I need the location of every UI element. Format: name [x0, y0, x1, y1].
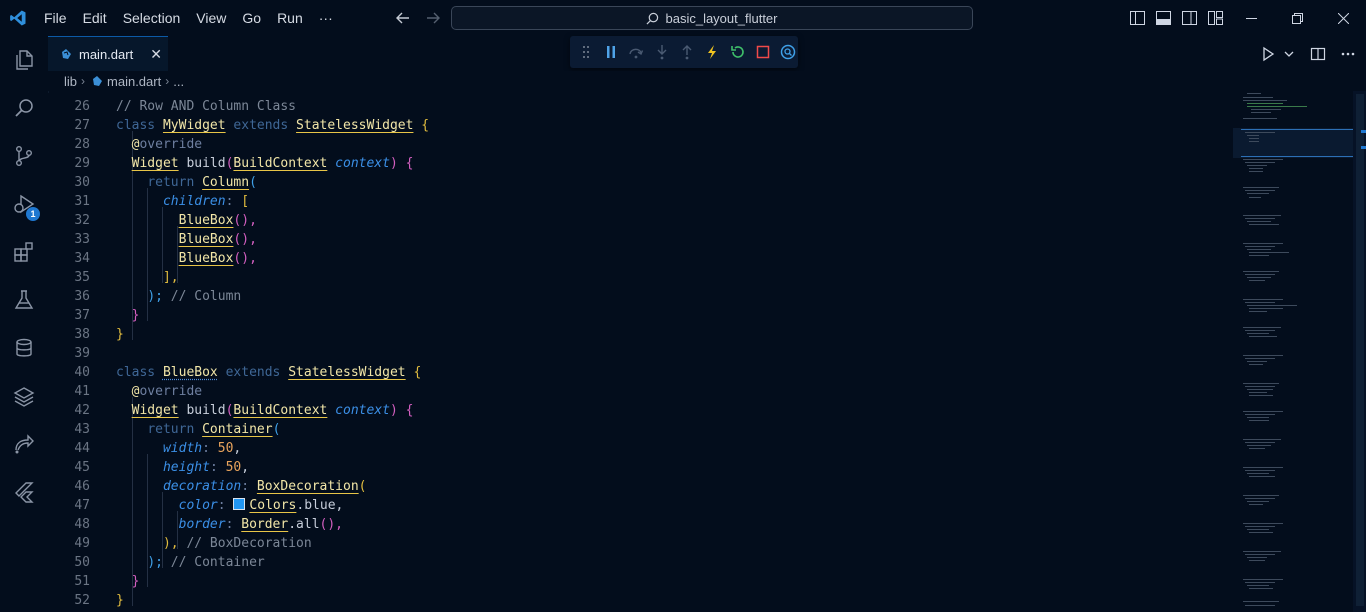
code-line: 50 ); // Container [74, 555, 265, 570]
scroll-marker [1361, 130, 1366, 133]
code-line: 42 Widget build(BuildContext context) { [74, 403, 414, 418]
chevron-right-icon: › [165, 74, 170, 88]
code-line: 46 decoration: BoxDecoration( [74, 479, 367, 494]
debug-toolbar [570, 36, 798, 68]
menu-more[interactable]: ··· [311, 0, 341, 36]
breadcrumb-file[interactable]: main.dart [107, 74, 161, 89]
tab-close-icon[interactable]: ✕ [150, 46, 162, 63]
breadcrumb: lib › main.dart › ... [48, 71, 1233, 91]
back-arrow-icon[interactable] [392, 7, 414, 29]
pause-icon[interactable] [601, 41, 620, 63]
split-editor-icon[interactable] [1310, 46, 1326, 62]
vscode-logo-icon [0, 0, 36, 36]
code-line: 28 @override [74, 137, 203, 152]
menu-selection[interactable]: Selection [115, 0, 189, 36]
layers-icon[interactable] [0, 372, 48, 420]
code-line: 43 return Container( [74, 422, 281, 437]
search-icon [646, 12, 659, 24]
menu-file[interactable]: File [36, 0, 75, 36]
menu-run[interactable]: Run [269, 0, 311, 36]
code-editor[interactable]: 26// Row AND Column Class 27 class MyWidg… [48, 93, 1233, 612]
extensions-icon[interactable] [0, 228, 48, 276]
chevron-down-icon[interactable] [1284, 49, 1294, 59]
activity-bar: 1 [0, 36, 49, 612]
minimap-highlight [1241, 156, 1353, 157]
hot-reload-icon[interactable] [703, 41, 722, 63]
menu-go[interactable]: Go [234, 0, 269, 36]
code-line: 51 } [74, 574, 140, 589]
code-line: 41 @override [74, 384, 203, 399]
debug-badge: 1 [26, 207, 40, 221]
code-line: 32 BlueBox(), [74, 213, 257, 228]
restore-icon[interactable] [1274, 0, 1320, 36]
code-line: 34 BlueBox(), [74, 251, 257, 266]
search-text: basic_layout_flutter [665, 10, 778, 26]
menu-bar: File Edit Selection View Go Run ··· [36, 0, 341, 36]
color-swatch[interactable] [233, 498, 246, 510]
code-line: 48 border: Border.all(), [74, 517, 344, 532]
source-control-icon[interactable] [0, 132, 48, 180]
code-line: 27 class MyWidget extends StatelessWidget… [74, 118, 430, 133]
flutter-icon[interactable] [0, 468, 48, 516]
hot-restart-icon[interactable] [728, 41, 747, 63]
run-debug-icon[interactable]: 1 [0, 180, 48, 228]
toggle-secondary-sidebar-icon[interactable] [1176, 0, 1202, 36]
code-line: 36 ); // Column [74, 289, 242, 304]
dart-file-icon [62, 49, 71, 59]
devtools-icon[interactable] [779, 41, 798, 63]
breadcrumb-folder[interactable]: lib [64, 74, 77, 89]
nav-arrows [392, 0, 444, 36]
explorer-icon[interactable] [0, 36, 48, 84]
code-line: 49 ), // BoxDecoration [74, 536, 312, 551]
minimize-icon[interactable] [1228, 0, 1274, 36]
scrollbar-thumb[interactable] [1356, 94, 1364, 606]
toggle-panel-icon[interactable] [1150, 0, 1176, 36]
editor-actions [1260, 36, 1356, 71]
minimap-highlight [1241, 129, 1353, 130]
menu-edit[interactable]: Edit [75, 0, 115, 36]
forward-arrow-icon[interactable] [422, 7, 444, 29]
drag-handle-icon[interactable] [576, 41, 595, 63]
step-over-icon[interactable] [627, 41, 646, 63]
search-icon[interactable] [0, 84, 48, 132]
dart-file-icon [93, 76, 103, 86]
code-line: 52} [74, 593, 124, 608]
title-bar: File Edit Selection View Go Run ··· basi… [0, 0, 1366, 36]
minimap[interactable] [1233, 91, 1353, 612]
code-line: 38} [74, 327, 124, 342]
customize-layout-icon[interactable] [1202, 0, 1228, 36]
stop-icon[interactable] [753, 41, 772, 63]
run-icon[interactable] [1260, 46, 1276, 62]
code-line: 39 [74, 346, 90, 361]
code-line: 37 } [74, 308, 140, 323]
code-line: 47 color: Colors.blue, [74, 498, 344, 513]
more-actions-icon[interactable] [1340, 46, 1356, 62]
remote-icon[interactable] [0, 420, 48, 468]
step-into-icon[interactable] [652, 41, 671, 63]
code-line: 26// Row AND Column Class [74, 99, 297, 114]
tab-main-dart[interactable]: main.dart ✕ [48, 36, 168, 71]
tab-label: main.dart [79, 46, 134, 62]
chevron-right-icon: › [81, 74, 86, 88]
code-line: 35 ], [74, 270, 179, 285]
breadcrumb-more[interactable]: ... [173, 74, 184, 89]
command-center-search[interactable]: basic_layout_flutter [451, 6, 973, 30]
close-icon[interactable] [1320, 0, 1366, 36]
toggle-primary-sidebar-icon[interactable] [1124, 0, 1150, 36]
code-line: 31 children: [ [74, 194, 250, 209]
code-line: 40 class BlueBox extends StatelessWidget … [74, 365, 422, 380]
menu-view[interactable]: View [188, 0, 234, 36]
step-out-icon[interactable] [677, 41, 696, 63]
code-line: 44 width: 50, [74, 441, 242, 456]
database-icon[interactable] [0, 324, 48, 372]
testing-icon[interactable] [0, 276, 48, 324]
code-line: 29 Widget build(BuildContext context) { [74, 156, 414, 171]
code-line: 33 BlueBox(), [74, 232, 257, 247]
code-line: 45 height: 50, [74, 460, 250, 475]
scroll-marker [1361, 146, 1366, 149]
window-controls [1124, 0, 1366, 36]
code-line: 30 return Column( [74, 175, 257, 190]
